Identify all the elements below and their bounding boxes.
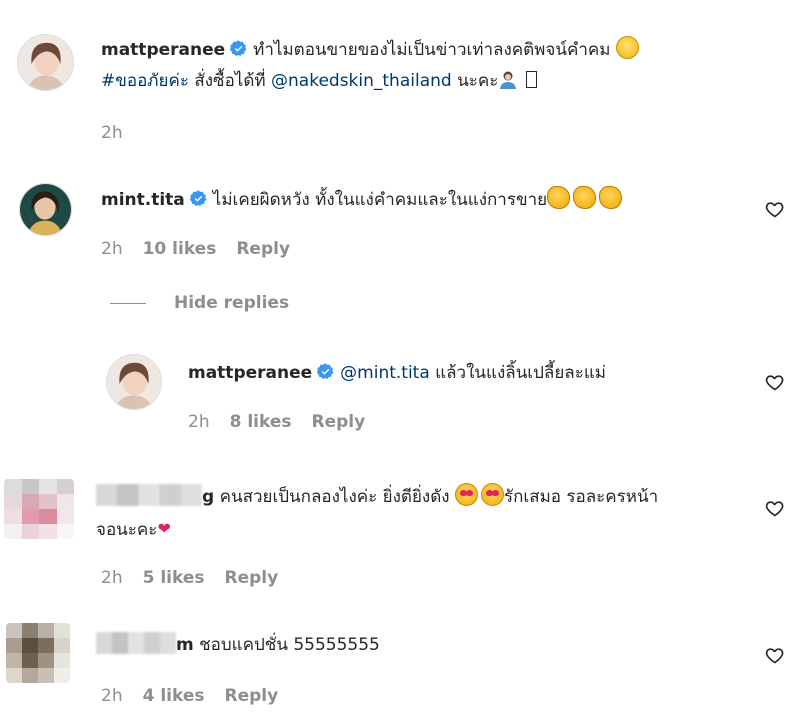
comment-text: m ชอบแคปชั่น 55555555 <box>96 630 746 661</box>
profile-photo <box>107 355 161 409</box>
post-caption-mid: สั่งซื้อได้ที่ <box>194 71 266 91</box>
comment-username-suffix[interactable]: m <box>176 635 194 655</box>
hide-replies-label: Hide replies <box>174 293 290 313</box>
avatar[interactable] <box>106 354 162 410</box>
person-emoji-icon <box>500 71 517 89</box>
grinning-emoji-icon <box>615 36 639 59</box>
comment-body-2: รักเสมอ รอละครหน้า <box>503 487 659 507</box>
post-caption: mattperanee ทำไมตอนขายของไม่เป็นข่าวเท่าล… <box>101 35 741 97</box>
avatar[interactable] <box>19 183 72 236</box>
clap-emoji-icon <box>573 186 597 209</box>
comment-username[interactable]: mint.tita <box>101 190 185 210</box>
hashtag-link[interactable]: #ขออภัยค่ะ <box>101 71 189 91</box>
verified-badge-icon <box>230 40 247 56</box>
comment-time[interactable]: 2h <box>101 239 123 259</box>
mention-link[interactable]: @mint.tita <box>340 363 430 383</box>
reply-body: แล้วในแง่ลิ้นเปลี้ยละแม่ <box>435 363 607 383</box>
post-time[interactable]: 2h <box>101 123 123 143</box>
reply-button[interactable]: Reply <box>236 239 290 259</box>
post-caption-line1: ทำไมตอนขายของไม่เป็นข่าวเท่าลงคติพจน์คำค… <box>253 40 611 60</box>
comment-text: mint.tita ไม่เคยผิดหวัง ทั้งในแง่คำคมและใ… <box>101 185 751 216</box>
comment-likes[interactable]: 5 likes <box>143 568 205 588</box>
comment-time[interactable]: 2h <box>101 686 123 706</box>
clap-emoji-icon <box>599 186 623 209</box>
verified-badge-icon <box>189 190 207 206</box>
reply-meta: 2h 8 likes Reply <box>188 412 365 432</box>
reply-button[interactable]: Reply <box>225 686 279 706</box>
avatar[interactable] <box>4 479 74 539</box>
reply-button[interactable]: Reply <box>312 412 366 432</box>
comment-meta: 2h 10 likes Reply <box>101 239 290 259</box>
comment-meta: 2h 5 likes Reply <box>101 568 278 588</box>
profile-photo <box>20 184 71 235</box>
comment-body: คนสวยเป็นกลองไงค่ะ ยิ่งตียิ่งดัง <box>219 487 450 507</box>
post-username[interactable]: mattperanee <box>101 40 225 60</box>
comment-likes[interactable]: 10 likes <box>143 239 217 259</box>
avatar[interactable] <box>6 623 70 683</box>
like-heart-icon[interactable] <box>765 498 785 518</box>
reply-likes[interactable]: 8 likes <box>230 412 292 432</box>
comment-text: g คนสวยเป็นกลองไงค่ะ ยิ่งตียิ่งดัง รักเส… <box>96 482 746 546</box>
reply-button[interactable]: Reply <box>225 568 279 588</box>
comment-body: ชอบแคปชั่น 55555555 <box>199 635 380 655</box>
blurred-username <box>96 632 176 654</box>
comment-meta: 2h 4 likes Reply <box>101 686 278 706</box>
verified-badge-icon <box>317 363 334 379</box>
like-heart-icon[interactable] <box>765 645 785 665</box>
comment-time[interactable]: 2h <box>101 568 123 588</box>
blurred-username <box>96 484 202 506</box>
profile-photo <box>18 35 73 90</box>
heart-emoji-icon: ❤ <box>157 519 171 538</box>
missing-glyph-icon <box>525 71 537 88</box>
reply-username[interactable]: mattperanee <box>188 363 312 383</box>
comment-username-suffix[interactable]: g <box>202 487 214 507</box>
post-meta: 2h <box>101 123 123 143</box>
like-heart-icon[interactable] <box>765 199 785 219</box>
comment-body: ไม่เคยผิดหวัง ทั้งในแง่คำคมและในแง่การขา… <box>212 190 548 210</box>
post-caption-end: นะคะ <box>457 71 499 91</box>
comment-likes[interactable]: 4 likes <box>143 686 205 706</box>
like-heart-icon[interactable] <box>765 372 785 392</box>
clap-emoji-icon <box>547 186 571 209</box>
heart-eyes-emoji-icon <box>454 483 478 506</box>
avatar[interactable] <box>17 34 74 91</box>
reply-time[interactable]: 2h <box>188 412 210 432</box>
mention-link[interactable]: @nakedskin_thailand <box>271 71 452 91</box>
heart-eyes-emoji-icon <box>480 483 504 506</box>
reply-text: mattperanee @mint.tita แล้วในแง่ลิ้นเปลี้… <box>188 358 748 389</box>
hide-replies-button[interactable]: Hide replies <box>110 293 289 313</box>
divider <box>110 302 146 304</box>
comment-body-3: จอนะคะ <box>96 520 158 540</box>
